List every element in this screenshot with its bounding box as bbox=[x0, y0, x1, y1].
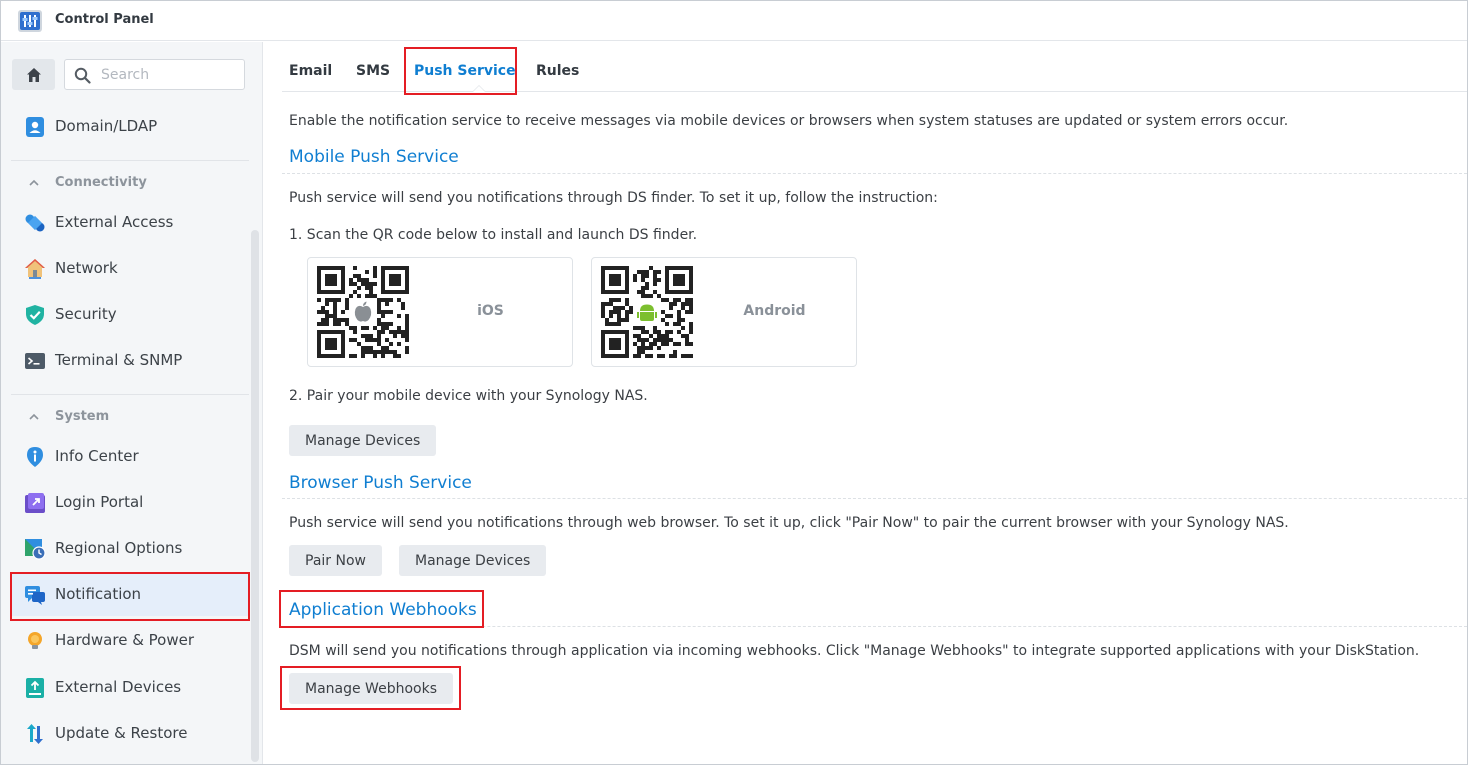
manage-devices-mobile-button[interactable]: Manage Devices bbox=[289, 425, 437, 456]
sidebar-item-external-devices[interactable]: External Devices bbox=[11, 667, 249, 709]
chevron-up-icon bbox=[29, 179, 39, 186]
group-header-connectivity[interactable]: Connectivity bbox=[11, 172, 249, 196]
main-panel: Email SMS Push Service Rules Enable the … bbox=[264, 42, 1467, 764]
sidebar-item-login-portal[interactable]: Login Portal bbox=[11, 482, 249, 524]
sidebar-divider bbox=[11, 394, 249, 395]
tab-sms[interactable]: SMS bbox=[356, 63, 390, 79]
section-title-browser-push: Browser Push Service bbox=[289, 473, 472, 493]
info-icon bbox=[27, 447, 43, 467]
step-2-text: 2. Pair your mobile device with your Syn… bbox=[289, 388, 648, 404]
home-icon bbox=[26, 67, 41, 82]
sidebar-item-label: Info Center bbox=[55, 447, 139, 465]
sidebar-item-domain-ldap[interactable]: Domain/LDAP bbox=[11, 106, 249, 148]
title-bar: Control Panel bbox=[1, 1, 1467, 41]
qr-card-ios: iOS bbox=[307, 257, 573, 367]
qr-platform-label: Android bbox=[743, 303, 806, 319]
sidebar-item-label: Network bbox=[55, 259, 118, 277]
sidebar-item-label: Domain/LDAP bbox=[55, 117, 158, 135]
login-portal-icon bbox=[25, 493, 45, 513]
sidebar-item-update-restore[interactable]: Update & Restore bbox=[11, 713, 249, 755]
search-input[interactable] bbox=[101, 64, 239, 86]
active-tab-indicator bbox=[472, 85, 486, 92]
qr-card-android: Android bbox=[591, 257, 857, 367]
chat-bubbles-icon bbox=[25, 586, 45, 605]
terminal-icon bbox=[25, 353, 45, 369]
sidebar-item-terminal-snmp[interactable]: Terminal & SNMP bbox=[11, 340, 249, 382]
update-arrows-icon bbox=[27, 724, 43, 744]
sidebar-item-label: External Devices bbox=[55, 678, 182, 696]
sidebar: Domain/LDAP Connectivity External Access bbox=[1, 42, 263, 764]
qr-code bbox=[317, 266, 409, 358]
android-icon bbox=[634, 299, 660, 325]
apple-icon bbox=[350, 299, 376, 325]
sidebar-item-regional-options[interactable]: Regional Options bbox=[11, 528, 249, 570]
qr-code bbox=[601, 266, 693, 358]
regional-icon bbox=[25, 539, 46, 560]
sidebar-item-notification[interactable]: Notification bbox=[11, 574, 249, 616]
mobile-push-description: Push service will send you notifications… bbox=[289, 190, 938, 206]
sidebar-item-label: Security bbox=[55, 305, 117, 323]
sidebar-item-label: External Access bbox=[55, 213, 174, 231]
sidebar-item-info-center[interactable]: Info Center bbox=[11, 436, 249, 478]
sidebar-item-label: Hardware & Power bbox=[55, 631, 195, 649]
manage-devices-browser-button[interactable]: Manage Devices bbox=[399, 545, 547, 576]
group-label: System bbox=[55, 409, 110, 424]
bulb-icon bbox=[28, 632, 42, 649]
qr-platform-label: iOS bbox=[477, 303, 504, 319]
sidebar-item-network[interactable]: Network bbox=[11, 248, 249, 290]
pair-now-button[interactable]: Pair Now bbox=[289, 545, 382, 576]
control-panel-window: Control Panel Domain/LDAP bbox=[0, 0, 1468, 765]
section-title-mobile-push: Mobile Push Service bbox=[289, 147, 459, 167]
sidebar-item-label: Notification bbox=[55, 585, 142, 603]
home-button[interactable] bbox=[12, 59, 55, 90]
house-network-icon bbox=[25, 259, 45, 279]
group-header-system[interactable]: System bbox=[11, 406, 249, 430]
tab-rules[interactable]: Rules bbox=[536, 63, 579, 79]
intro-text: Enable the notification service to recei… bbox=[289, 113, 1289, 129]
sidebar-divider bbox=[11, 160, 249, 161]
tab-push-service[interactable]: Push Service bbox=[414, 63, 516, 79]
section-divider bbox=[282, 498, 1467, 499]
sidebar-item-security[interactable]: Security bbox=[11, 294, 249, 336]
user-card-icon bbox=[26, 117, 44, 137]
shield-check-icon bbox=[26, 305, 44, 325]
manage-webhooks-button[interactable]: Manage Webhooks bbox=[289, 673, 453, 704]
search-icon bbox=[74, 67, 91, 84]
window-title: Control Panel bbox=[55, 12, 154, 27]
sidebar-item-hardware-power[interactable]: Hardware & Power bbox=[11, 620, 249, 662]
sidebar-item-label: Terminal & SNMP bbox=[55, 351, 183, 369]
external-access-icon bbox=[25, 214, 45, 232]
section-divider bbox=[282, 626, 1467, 627]
sidebar-item-label: Login Portal bbox=[55, 493, 144, 511]
tab-bar: Email SMS Push Service Rules bbox=[282, 42, 1467, 92]
group-label: Connectivity bbox=[55, 175, 147, 190]
external-device-icon bbox=[26, 678, 44, 698]
section-divider bbox=[282, 173, 1467, 174]
sidebar-item-external-access[interactable]: External Access bbox=[11, 202, 249, 244]
chevron-up-icon bbox=[29, 413, 39, 420]
control-panel-app-icon bbox=[18, 10, 42, 32]
step-1-text: 1. Scan the QR code below to install and… bbox=[289, 227, 698, 243]
sidebar-scrollbar[interactable] bbox=[251, 230, 259, 762]
sidebar-item-label: Regional Options bbox=[55, 539, 183, 557]
search-box[interactable] bbox=[64, 59, 245, 90]
browser-push-description: Push service will send you notifications… bbox=[289, 515, 1289, 531]
webhooks-description: DSM will send you notifications through … bbox=[289, 643, 1420, 659]
sidebar-item-label: Update & Restore bbox=[55, 724, 188, 742]
section-title-application-webhooks: Application Webhooks bbox=[289, 600, 477, 620]
tab-email[interactable]: Email bbox=[289, 63, 332, 79]
